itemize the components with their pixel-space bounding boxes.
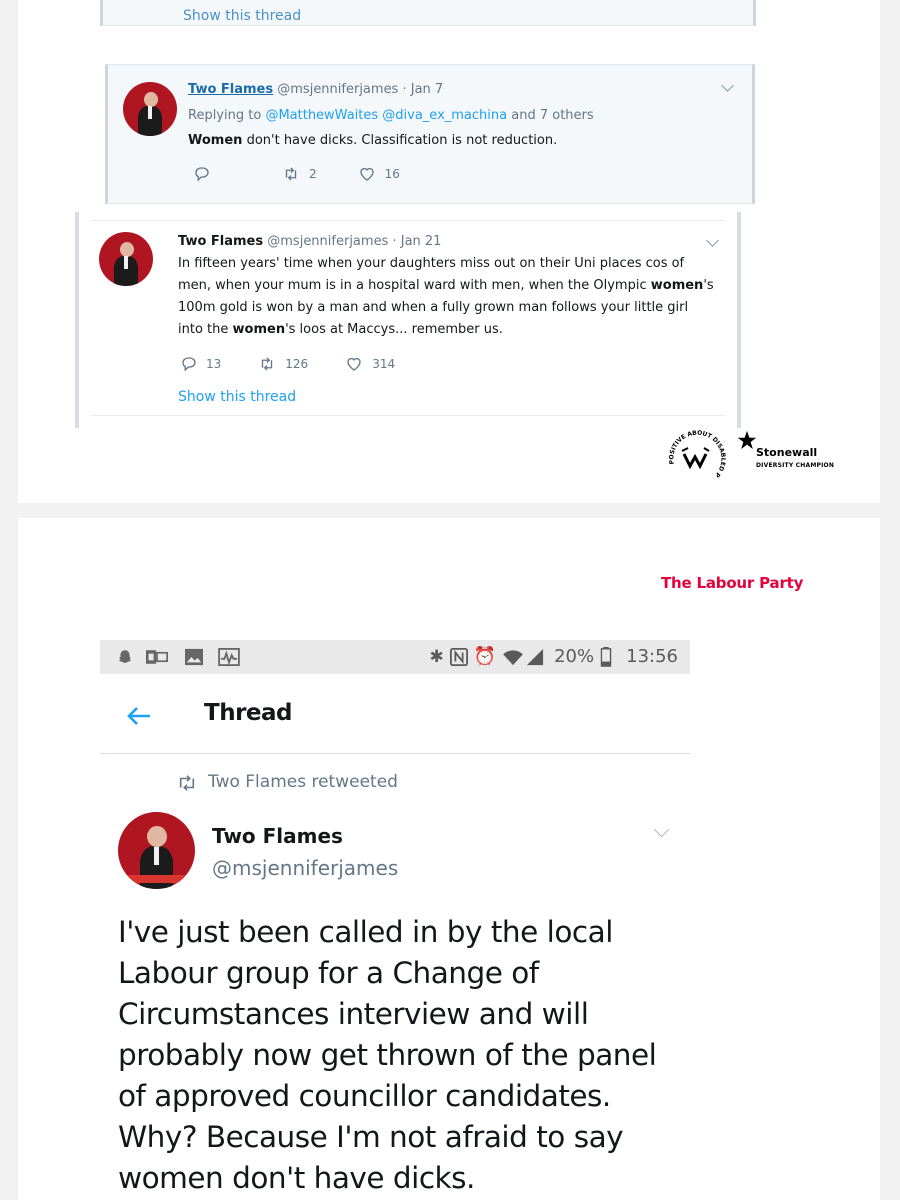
avatar[interactable] — [123, 82, 177, 136]
tweet-text: Women don't have dicks. Classification i… — [188, 130, 728, 151]
android-status-bar: ✱ ⏰ 20% 13:56 — [100, 640, 690, 674]
retweet-action[interactable]: 2 — [281, 165, 317, 183]
stonewall-logo-subtitle: DIVERSITY CHAMPION — [756, 462, 835, 469]
tweet-text: I've just been called in by the local La… — [118, 912, 698, 1199]
reply-action[interactable]: 13 — [180, 355, 221, 373]
tweet-text-line: Why? Because I'm not afraid to say — [118, 1120, 624, 1154]
retweet-icon — [285, 167, 297, 181]
author-handle[interactable]: @msjenniferjames — [212, 856, 398, 880]
nfc-icon — [449, 647, 468, 666]
tweet-text-line: I've just been called in by the local — [118, 915, 613, 949]
replying-label: Replying to — [188, 108, 262, 123]
text-fragment: into the — [178, 322, 233, 337]
back-arrow-icon[interactable] — [126, 706, 152, 726]
bottom-screenshot-panel: The Labour Party ✱ ⏰ 20% 13:56 Thread Tw… — [18, 518, 880, 1200]
show-thread-link[interactable]: Show this thread — [178, 389, 296, 405]
retweet-action[interactable]: 126 — [257, 355, 308, 373]
signal-icon — [527, 648, 544, 665]
author-name[interactable]: Two Flames — [212, 824, 343, 848]
tweet-text-line: Labour group for a Change of — [118, 956, 539, 990]
stonewall-logo-text: Stonewall — [756, 446, 818, 459]
like-count: 314 — [372, 357, 396, 371]
reply-action[interactable] — [193, 165, 219, 183]
author-name[interactable]: Two Flames — [188, 82, 273, 97]
like-count: 16 — [384, 167, 400, 181]
wifi-icon — [503, 649, 524, 665]
replying-to-handles[interactable]: @MatthewWaites @diva_ex_machina — [265, 108, 507, 123]
retweet-count: 2 — [309, 167, 317, 181]
tweet-actions: 2 16 — [193, 165, 440, 183]
alarm-icon: ⏰ — [473, 646, 497, 667]
top-screenshot-panel: Show this thread Two Flames @msjenniferj… — [18, 0, 880, 503]
stonewall-star-icon — [737, 430, 757, 449]
reply-icon — [195, 167, 209, 182]
heart-icon — [347, 357, 361, 371]
svg-text:POSITIVE ABOUT DISABLED PEOPLE: POSITIVE ABOUT DISABLED PEOPLE — [664, 424, 726, 479]
bold-word: Women — [188, 133, 243, 148]
tweet-text-line: Circumstances interview and will — [118, 997, 589, 1031]
phone-screenshot: ✱ ⏰ 20% 13:56 Thread Two Flames retweete… — [100, 640, 690, 1200]
retweet-icon — [262, 357, 273, 371]
author-handle-date: @msjenniferjames · Jan 7 — [277, 82, 444, 97]
reply-count: 13 — [206, 357, 222, 371]
outlook-icon — [146, 650, 168, 664]
like-action[interactable]: 314 — [344, 355, 395, 373]
bluetooth-icon: ✱ — [429, 646, 444, 667]
tweet-text-rest: don't have dicks. Classification is not … — [242, 133, 558, 148]
tweet-text-line: of approved councillor candidates. — [118, 1079, 611, 1113]
avatar[interactable] — [118, 812, 195, 889]
reply-tweet-content: Two Flames @msjenniferjames · Jan 7 Repl… — [188, 79, 728, 151]
tweet-text-line: In fifteen years' time when your daughte… — [178, 256, 685, 271]
clock: 13:56 — [626, 646, 678, 667]
author-handle-date: @msjenniferjames · Jan 21 — [267, 234, 442, 249]
page-title: Thread — [204, 700, 293, 726]
tweet-text-line: into the women's loos at Maccys... remem… — [178, 319, 738, 341]
gallery-icon — [185, 648, 203, 666]
show-thread-link[interactable]: Show this thread — [183, 8, 301, 24]
battery-icon — [600, 646, 612, 667]
main-tweet-card[interactable]: Two Flames @msjenniferjames · Jan 21 In … — [75, 212, 741, 428]
labour-party-logo: The Labour Party — [661, 574, 804, 592]
avatar[interactable] — [99, 232, 153, 286]
retweet-count: 126 — [285, 357, 309, 371]
retweet-context-label: Two Flames retweeted — [208, 772, 398, 792]
like-action[interactable]: 16 — [357, 165, 400, 183]
previous-tweet-card: Show this thread — [100, 0, 756, 26]
tweet-text-line: women don't have dicks. — [118, 1161, 475, 1195]
snapchat-icon — [119, 650, 131, 663]
chevron-down-icon[interactable] — [653, 821, 670, 838]
reply-icon — [182, 357, 196, 372]
heart-icon — [359, 167, 374, 181]
tweet-text-line: 100m gold is won by a man and when a ful… — [178, 300, 689, 315]
activity-icon — [218, 648, 240, 666]
tweet-actions: 13 126 314 — [180, 355, 435, 373]
tweet-text-line: men, when your mum is in a hospital ward… — [178, 275, 738, 297]
retweet-icon — [179, 775, 195, 791]
author-name[interactable]: Two Flames — [178, 234, 263, 249]
replying-others[interactable]: and 7 others — [511, 108, 593, 123]
battery-percent: 20% — [554, 646, 595, 667]
tweet-text-line: probably now get thrown of the panel — [118, 1038, 657, 1072]
text-fragment: 's — [703, 278, 714, 293]
thread-header: Thread — [100, 674, 690, 754]
disability-confident-logo: POSITIVE ABOUT DISABLED PEOPLE — [664, 424, 726, 479]
bold-word: women — [650, 278, 704, 293]
bold-word: women — [232, 322, 286, 337]
main-tweet-content: Two Flames @msjenniferjames · Jan 21 In … — [178, 231, 738, 341]
status-indicators: ✱ ⏰ 20% 13:56 — [423, 646, 678, 667]
text-fragment: 's loos at Maccys... remember us. — [285, 322, 503, 337]
text-fragment: men, when your mum is in a hospital ward… — [178, 278, 651, 293]
reply-tweet-card[interactable]: Two Flames @msjenniferjames · Jan 7 Repl… — [105, 64, 755, 204]
